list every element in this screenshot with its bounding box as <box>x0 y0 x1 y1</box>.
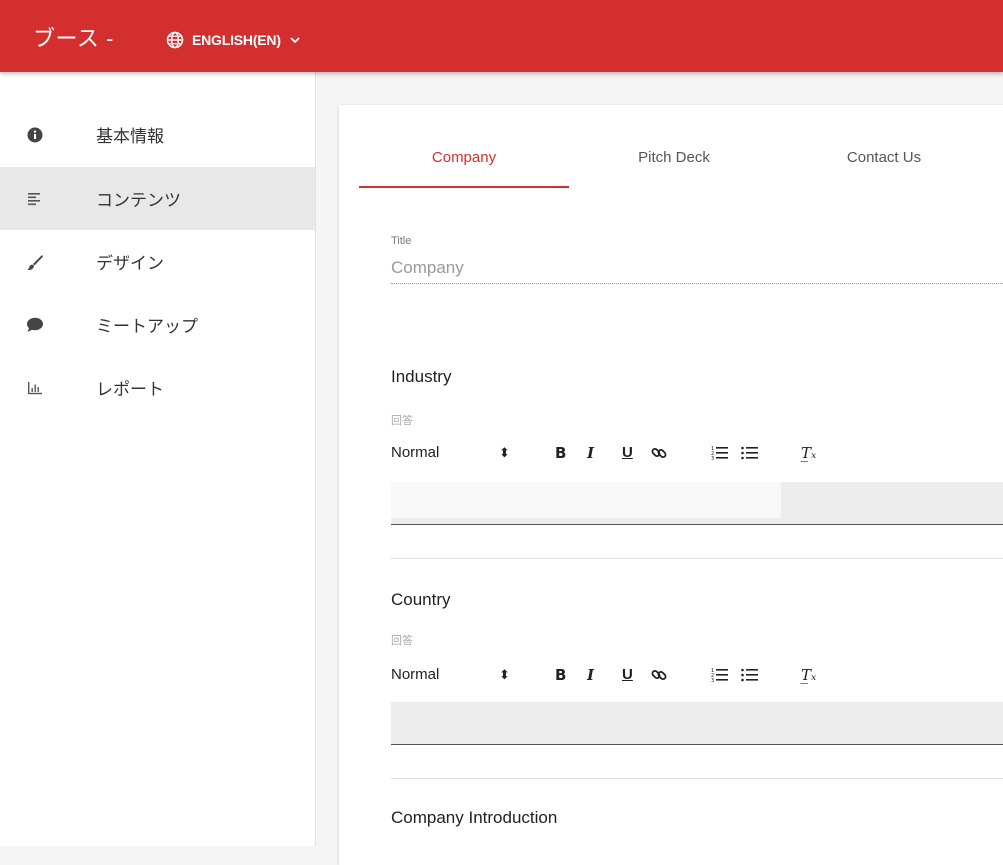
format-select[interactable]: Normal <box>391 442 439 464</box>
section-divider <box>391 778 1003 779</box>
globe-icon <box>166 31 184 49</box>
content-card: Company Pitch Deck Contact Us Title Indu… <box>339 105 1003 865</box>
bullet-list-icon[interactable] <box>741 445 759 467</box>
italic-button[interactable]: I <box>587 664 594 686</box>
tab-indicator <box>359 186 569 188</box>
clear-format-icon[interactable]: T̲ₓ <box>801 442 816 464</box>
chat-bubble-icon <box>26 316 44 334</box>
bold-button[interactable]: B <box>555 442 566 464</box>
app-title: ブース - <box>33 26 114 51</box>
sidebar-item-report[interactable]: レポート <box>0 356 315 419</box>
underline-button[interactable]: U <box>622 664 633 686</box>
sidebar-item-label: レポート <box>96 380 164 399</box>
sidebar: 基本情報 コンテンツ デザイン ミートアップ レポート <box>0 72 316 846</box>
text-lines-icon <box>26 190 44 208</box>
tab-label: Company <box>431 149 497 166</box>
industry-editor[interactable] <box>391 482 1003 525</box>
brush-icon <box>26 253 44 271</box>
tab-label: Contact Us <box>846 149 922 166</box>
section-divider <box>391 558 1003 559</box>
language-label: ENGLISH(EN) <box>192 32 281 48</box>
underline-button[interactable]: U <box>622 442 633 464</box>
answer-hint: 回答 <box>391 635 413 647</box>
clear-format-icon[interactable]: T̲ₓ <box>801 664 816 686</box>
answer-hint: 回答 <box>391 415 413 427</box>
sidebar-item-label: デザイン <box>96 254 164 273</box>
format-select-arrows-icon[interactable]: ⬍ <box>499 442 510 464</box>
country-editor[interactable] <box>391 702 1003 745</box>
language-selector[interactable]: ENGLISH(EN) <box>166 28 301 52</box>
sidebar-item-contents[interactable]: コンテンツ <box>0 167 315 230</box>
sidebar-item-basic-info[interactable]: 基本情報 <box>0 103 315 166</box>
sidebar-item-design[interactable]: デザイン <box>0 230 315 293</box>
bullet-list-icon[interactable] <box>741 667 759 689</box>
bold-button[interactable]: B <box>555 664 566 686</box>
svg-text:3: 3 <box>711 678 714 683</box>
tab-company[interactable]: Company <box>359 135 569 187</box>
tab-pitch-deck[interactable]: Pitch Deck <box>569 135 779 187</box>
sidebar-item-label: コンテンツ <box>96 191 181 210</box>
chevron-down-icon <box>289 34 301 46</box>
sidebar-item-label: 基本情報 <box>96 127 164 146</box>
editor-toolbar: Normal ⬍ B I U 123 T̲ₓ <box>391 442 871 464</box>
section-title-company-introduction: Company Introduction <box>391 808 558 827</box>
sidebar-item-label: ミートアップ <box>96 317 198 336</box>
svg-text:3: 3 <box>711 456 714 461</box>
section-title-industry: Industry <box>391 367 452 386</box>
sidebar-item-meetup[interactable]: ミートアップ <box>0 293 315 356</box>
link-icon[interactable] <box>650 444 668 466</box>
title-field-label: Title <box>391 235 412 247</box>
format-select[interactable]: Normal <box>391 664 439 686</box>
tab-label: Pitch Deck <box>638 149 710 166</box>
top-app-bar: ブース - ENGLISH(EN) <box>0 0 1003 72</box>
ordered-list-icon[interactable]: 123 <box>711 667 729 689</box>
bar-chart-icon <box>26 379 44 397</box>
link-icon[interactable] <box>650 666 668 688</box>
ordered-list-icon[interactable]: 123 <box>711 445 729 467</box>
format-select-arrows-icon[interactable]: ⬍ <box>499 664 510 686</box>
italic-button[interactable]: I <box>587 442 594 464</box>
editor-content-area[interactable] <box>391 482 781 518</box>
info-icon <box>26 126 44 144</box>
title-input[interactable] <box>391 253 1003 284</box>
editor-toolbar: Normal ⬍ B I U 123 T̲ₓ <box>391 664 871 686</box>
section-title-country: Country <box>391 590 451 609</box>
tab-contact-us[interactable]: Contact Us <box>779 135 989 187</box>
